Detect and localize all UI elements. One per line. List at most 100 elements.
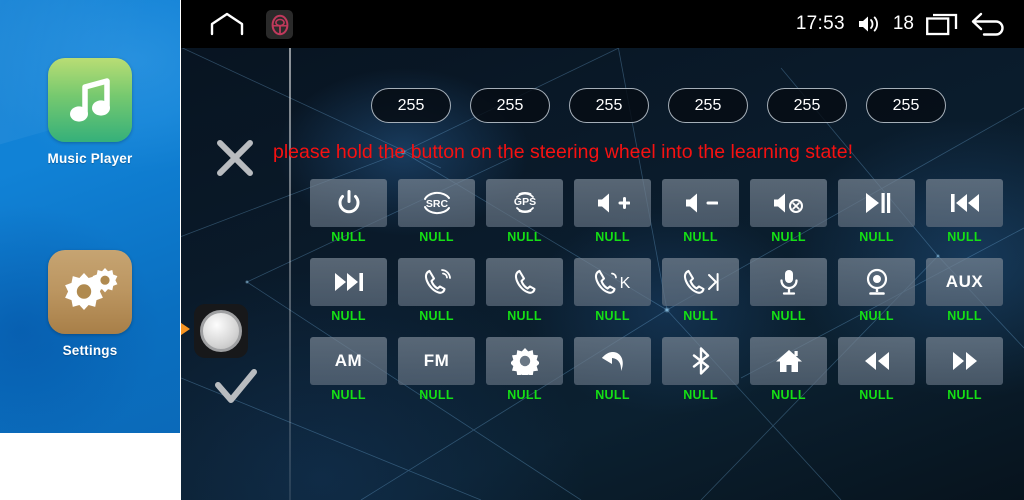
- aux-button[interactable]: AUX: [926, 258, 1003, 306]
- am-button[interactable]: AM: [310, 337, 387, 385]
- source-button[interactable]: SRC: [398, 179, 475, 227]
- phone-hangup-skip-icon: [683, 269, 719, 294]
- src-icon: SRC: [423, 191, 450, 215]
- grid-cell: NULL: [486, 258, 563, 323]
- clock: 17:53: [795, 13, 845, 34]
- grid-cell: NULL: [838, 179, 915, 244]
- button-label: NULL: [419, 230, 454, 244]
- button-label: NULL: [771, 309, 806, 323]
- brightness-icon: [510, 348, 539, 375]
- grid-cell: SRC NULL: [398, 179, 475, 244]
- home-icon[interactable]: [210, 12, 244, 36]
- gps-button[interactable]: GPS: [486, 179, 563, 227]
- mute-button[interactable]: [750, 179, 827, 227]
- camera-button[interactable]: [838, 258, 915, 306]
- volume-up-button[interactable]: [574, 179, 651, 227]
- grid-cell: GPS NULL: [486, 179, 563, 244]
- mute-icon: [773, 193, 803, 213]
- fm-icon: FM: [423, 351, 450, 370]
- screenshot-root: Music Player Settings 17:53 18 255 255 2…: [0, 0, 1024, 500]
- panel-divider: [289, 48, 291, 500]
- power-button[interactable]: [310, 179, 387, 227]
- value-pill[interactable]: 255: [866, 88, 946, 123]
- bluetooth-icon: [692, 347, 709, 375]
- phone-hangup-skip-button[interactable]: [662, 258, 739, 306]
- grid-cell: NULL: [750, 258, 827, 323]
- camera-icon: [866, 268, 887, 295]
- button-label: NULL: [859, 309, 894, 323]
- value-pill[interactable]: 255: [668, 88, 748, 123]
- button-label: NULL: [683, 309, 718, 323]
- phone-answer-button[interactable]: [398, 258, 475, 306]
- value-pill[interactable]: 255: [569, 88, 649, 123]
- fm-button[interactable]: FM: [398, 337, 475, 385]
- rewind-button[interactable]: [838, 337, 915, 385]
- app-settings[interactable]: Settings: [0, 250, 180, 358]
- next-track-button[interactable]: [310, 258, 387, 306]
- bluetooth-button[interactable]: [662, 337, 739, 385]
- home-icon: [775, 350, 802, 372]
- button-label: NULL: [947, 388, 982, 402]
- status-bar: 17:53 18: [181, 0, 1024, 48]
- app-music-player[interactable]: Music Player: [0, 58, 180, 166]
- steering-wheel-icon[interactable]: [266, 10, 293, 39]
- rotary-knob-icon[interactable]: [200, 310, 242, 352]
- grid-cell: NULL: [926, 337, 1003, 402]
- music-note-icon: [67, 76, 113, 124]
- swc-learning-panel: 255 255 255 255 255 255 please hold the …: [181, 48, 1024, 500]
- previous-track-icon: [950, 194, 979, 212]
- phone-answer-k-button[interactable]: K: [574, 258, 651, 306]
- back-icon: [601, 352, 623, 371]
- home-button[interactable]: [750, 337, 827, 385]
- value-pill[interactable]: 255: [767, 88, 847, 123]
- grid-cell: NULL: [662, 337, 739, 402]
- svg-text:SRC: SRC: [425, 198, 448, 210]
- back-button[interactable]: [574, 337, 651, 385]
- microphone-button[interactable]: [750, 258, 827, 306]
- grid-row: NULL SRC NULL GPS NULL NULL NULL NULL NU…: [310, 179, 1016, 244]
- brightness-button[interactable]: [486, 337, 563, 385]
- button-label: NULL: [947, 309, 982, 323]
- button-label: NULL: [419, 388, 454, 402]
- phone-hangup-icon: [514, 269, 536, 294]
- recents-icon[interactable]: [926, 12, 958, 36]
- value-pill[interactable]: 255: [371, 88, 451, 123]
- cancel-button[interactable]: [213, 136, 277, 180]
- previous-track-button[interactable]: [926, 179, 1003, 227]
- am-icon: AM: [334, 351, 363, 370]
- button-label: NULL: [331, 388, 366, 402]
- fast-forward-button[interactable]: [926, 337, 1003, 385]
- grid-row: AM NULL FM NULL NULL NULL NULL NULL NULL…: [310, 337, 1016, 402]
- grid-cell: NULL: [838, 337, 915, 402]
- launcher-panel: Music Player Settings: [0, 0, 180, 433]
- play-pause-icon: [865, 193, 890, 213]
- settings-tile[interactable]: [48, 250, 132, 334]
- button-label: NULL: [331, 230, 366, 244]
- volume-icon[interactable]: [857, 14, 881, 34]
- button-label: NULL: [595, 388, 630, 402]
- phone-hangup-button[interactable]: [486, 258, 563, 306]
- grid-cell: NULL: [574, 337, 651, 402]
- grid-cell: NULL: [662, 179, 739, 244]
- button-label: NULL: [683, 388, 718, 402]
- next-track-icon: [334, 273, 363, 291]
- close-x-icon: [217, 140, 253, 176]
- button-label: NULL: [595, 230, 630, 244]
- grid-cell: K NULL: [574, 258, 651, 323]
- grid-cell: AUX NULL: [926, 258, 1003, 323]
- grid-row: NULL NULL NULL K NULL NULL NULL NULL AUX…: [310, 258, 1016, 323]
- check-icon: [215, 369, 257, 403]
- instruction-message: please hold the button on the steering w…: [273, 141, 853, 163]
- confirm-button[interactable]: [213, 366, 277, 408]
- button-label: NULL: [771, 230, 806, 244]
- play-pause-button[interactable]: [838, 179, 915, 227]
- value-pill[interactable]: 255: [470, 88, 550, 123]
- button-label: NULL: [331, 309, 366, 323]
- music-player-tile[interactable]: [48, 58, 132, 142]
- app-label: Music Player: [47, 151, 133, 166]
- volume-down-button[interactable]: [662, 179, 739, 227]
- gps-icon: GPS: [513, 192, 536, 213]
- back-arrow-icon[interactable]: [970, 11, 1006, 37]
- volume-down-icon: [685, 193, 718, 213]
- head-unit-screen: 17:53 18 255 255 255 255 255 255 please …: [181, 0, 1024, 500]
